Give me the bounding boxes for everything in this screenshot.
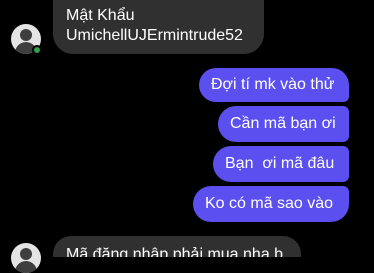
- message-text: Bạn ơi mã đâu: [225, 155, 335, 172]
- outgoing-message-bubble[interactable]: Bạn ơi mã đâu: [213, 146, 349, 182]
- avatar-placeholder-icon: [20, 248, 32, 260]
- message-text-line: Mật Khẩu: [66, 7, 135, 24]
- message-text: Cần mã bạn ơi: [230, 115, 336, 132]
- message-text: Đợi tí mk vào thử: [211, 76, 335, 93]
- message-text-line: UmichellUJErmintrude52: [66, 27, 243, 44]
- incoming-message-bubble[interactable]: Mật Khẩu UmichellUJErmintrude52: [53, 0, 264, 54]
- message-text: Mã đăng nhập phải mua nha b: [66, 246, 284, 257]
- outgoing-message-bubble[interactable]: Cần mã bạn ơi: [218, 106, 349, 142]
- outgoing-message-bubble[interactable]: Đợi tí mk vào thử: [199, 68, 349, 102]
- avatar-placeholder-icon: [20, 29, 32, 41]
- avatar[interactable]: [11, 243, 41, 273]
- outgoing-message-bubble[interactable]: Ko có mã sao vào: [193, 186, 349, 222]
- online-status-dot: [32, 45, 42, 55]
- incoming-message-bubble[interactable]: Mã đăng nhập phải mua nha b: [53, 236, 301, 257]
- message-text: Ko có mã sao vào: [205, 195, 334, 212]
- avatar-placeholder-body: [15, 261, 37, 273]
